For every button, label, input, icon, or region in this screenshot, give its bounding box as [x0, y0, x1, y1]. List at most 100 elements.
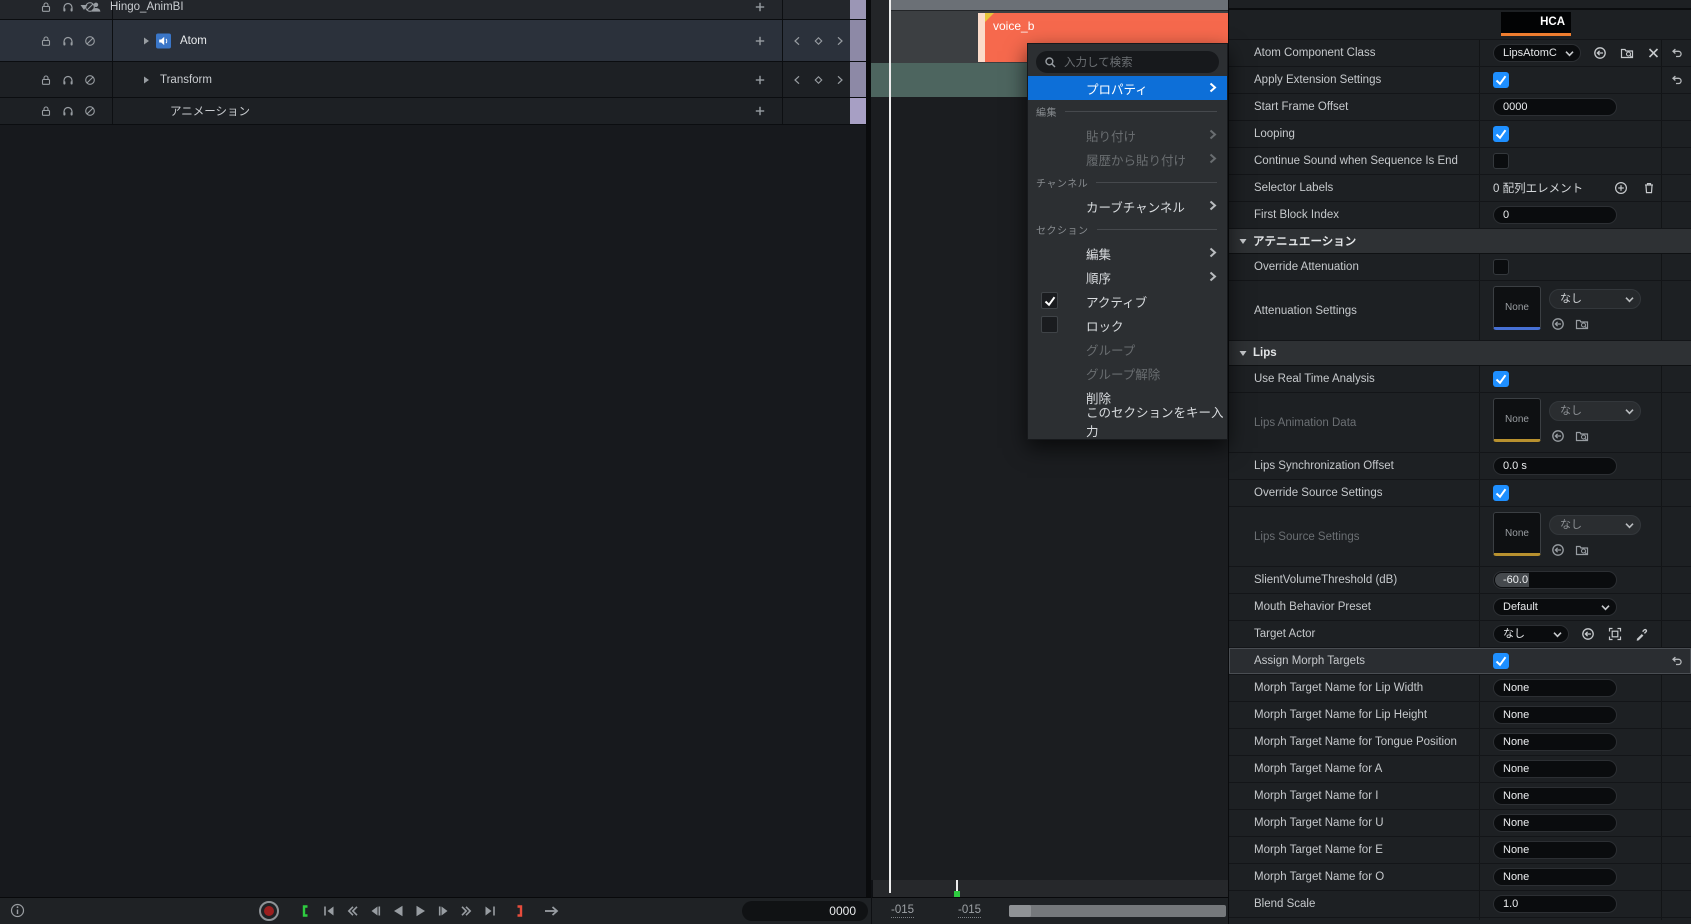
- track-row-1[interactable]: Atom: [0, 20, 866, 62]
- current-frame-field[interactable]: 0000: [742, 901, 868, 921]
- transport-step-forward-button[interactable]: [435, 902, 453, 920]
- details-section-header[interactable]: アテニュエーション: [1229, 229, 1691, 254]
- menu-search-input[interactable]: [1062, 51, 1216, 75]
- transport-start-bracket-button[interactable]: [297, 902, 315, 920]
- property-checkbox[interactable]: [1493, 371, 1509, 387]
- transport-jump-forward-button[interactable]: [458, 902, 476, 920]
- eyedropper-icon[interactable]: [1635, 627, 1649, 641]
- add-track-icon[interactable]: [754, 105, 766, 117]
- menu-checkbox[interactable]: [1041, 292, 1058, 309]
- asset-thumbnail[interactable]: None: [1493, 286, 1541, 330]
- menu-item-5[interactable]: カーブチャンネル: [1028, 194, 1227, 218]
- browse-icon[interactable]: [1620, 46, 1634, 60]
- view-range-end-field[interactable]: -015: [958, 904, 981, 918]
- add-track-icon[interactable]: [754, 1, 766, 13]
- transport-record-button[interactable]: [258, 902, 280, 920]
- property-checkbox[interactable]: [1493, 126, 1509, 142]
- reset-to-default-icon[interactable]: [1670, 655, 1683, 668]
- add-track-icon[interactable]: [754, 74, 766, 86]
- clear-icon[interactable]: [1647, 47, 1660, 60]
- reset-to-default-icon[interactable]: [1670, 47, 1683, 60]
- asset-thumbnail[interactable]: None: [1493, 398, 1541, 442]
- track-row-3[interactable]: アニメーション: [0, 98, 866, 125]
- details-section-header[interactable]: Lips: [1229, 341, 1691, 366]
- property-dropdown[interactable]: なし: [1493, 625, 1569, 643]
- asset-dropdown[interactable]: なし: [1549, 289, 1641, 309]
- property-input[interactable]: None: [1493, 787, 1617, 805]
- transport-advance-arrow-button[interactable]: [543, 902, 561, 920]
- property-input[interactable]: None: [1493, 706, 1617, 724]
- key-diamond-icon[interactable]: [813, 35, 824, 46]
- property-input[interactable]: None: [1493, 760, 1617, 778]
- lock-toggle-icon[interactable]: [40, 1, 52, 13]
- view-range-start-field[interactable]: -015: [891, 904, 914, 918]
- use-selected-icon[interactable]: [1593, 46, 1607, 60]
- add-element-icon[interactable]: [1614, 181, 1628, 195]
- property-checkbox[interactable]: [1493, 653, 1509, 669]
- reset-to-default-icon[interactable]: [1670, 74, 1683, 87]
- headphones-toggle-icon[interactable]: [62, 35, 74, 47]
- property-input[interactable]: None: [1493, 679, 1617, 697]
- transport-to-end-button[interactable]: [481, 902, 499, 920]
- track-row-0[interactable]: Hingo_AnimBI: [0, 0, 866, 20]
- expand-caret-icon[interactable]: [140, 74, 152, 86]
- prohibit-toggle-icon[interactable]: [84, 74, 96, 86]
- expand-caret-icon[interactable]: [78, 1, 90, 13]
- property-input[interactable]: None: [1493, 841, 1617, 859]
- key-next-icon[interactable]: [834, 35, 845, 46]
- use-selected-icon[interactable]: [1551, 317, 1565, 331]
- transport-step-back-button[interactable]: [366, 902, 384, 920]
- headphones-toggle-icon[interactable]: [62, 74, 74, 86]
- key-prev-icon[interactable]: [792, 74, 803, 85]
- track-row-2[interactable]: Transform: [0, 62, 866, 98]
- transport-jump-back-button[interactable]: [343, 902, 361, 920]
- info-icon[interactable]: [10, 903, 25, 918]
- timeline-overview-strip[interactable]: [872, 880, 1228, 897]
- menu-checkbox[interactable]: [1041, 316, 1058, 333]
- prohibit-toggle-icon[interactable]: [84, 105, 96, 117]
- key-prev-icon[interactable]: [792, 35, 803, 46]
- add-track-icon[interactable]: [754, 35, 766, 47]
- menu-item-14[interactable]: このセクションをキー入力: [1028, 409, 1227, 433]
- property-checkbox[interactable]: [1493, 72, 1509, 88]
- scrollbar-handle-cap[interactable]: [1009, 905, 1031, 917]
- expand-caret-icon[interactable]: [140, 35, 152, 47]
- asset-thumbnail[interactable]: None: [1493, 512, 1541, 556]
- key-next-icon[interactable]: [834, 74, 845, 85]
- property-input[interactable]: None: [1493, 814, 1617, 832]
- menu-item-0[interactable]: プロパティ: [1028, 76, 1227, 100]
- lock-toggle-icon[interactable]: [40, 105, 52, 117]
- property-input[interactable]: 0.0 s: [1493, 457, 1617, 475]
- delete-elements-icon[interactable]: [1642, 181, 1656, 195]
- menu-item-9[interactable]: アクティブ: [1028, 289, 1227, 313]
- property-input[interactable]: None: [1493, 733, 1617, 751]
- property-checkbox[interactable]: [1493, 485, 1509, 501]
- property-dropdown[interactable]: LipsAtomC: [1493, 44, 1581, 62]
- property-checkbox[interactable]: [1493, 153, 1509, 169]
- browse-icon[interactable]: [1575, 317, 1589, 331]
- key-diamond-icon[interactable]: [813, 74, 824, 85]
- menu-item-10[interactable]: ロック: [1028, 313, 1227, 337]
- headphones-toggle-icon[interactable]: [62, 1, 74, 13]
- menu-search-box[interactable]: [1036, 51, 1219, 73]
- property-input[interactable]: None: [1493, 868, 1617, 886]
- menu-item-7[interactable]: 編集: [1028, 241, 1227, 265]
- lock-toggle-icon[interactable]: [40, 74, 52, 86]
- playhead-line[interactable]: [889, 0, 891, 893]
- transport-play-button[interactable]: [412, 902, 430, 920]
- property-input[interactable]: 0: [1493, 206, 1617, 224]
- property-input[interactable]: 1.0: [1493, 895, 1617, 913]
- prohibit-toggle-icon[interactable]: [84, 35, 96, 47]
- transport-to-front-button[interactable]: [320, 902, 338, 920]
- lock-toggle-icon[interactable]: [40, 35, 52, 47]
- timeline-ruler[interactable]: [891, 0, 1228, 10]
- transport-play-reverse-button[interactable]: [389, 902, 407, 920]
- transport-end-bracket-button[interactable]: [510, 902, 528, 920]
- menu-item-8[interactable]: 順序: [1028, 265, 1227, 289]
- pick-actor-icon[interactable]: [1608, 627, 1622, 641]
- use-selected-icon[interactable]: [1581, 627, 1595, 641]
- property-checkbox[interactable]: [1493, 259, 1509, 275]
- property-dropdown[interactable]: Default: [1493, 598, 1617, 616]
- asset-preview-thumbnail[interactable]: HCA: [1501, 12, 1571, 36]
- property-spinbox[interactable]: -60.0: [1493, 571, 1617, 589]
